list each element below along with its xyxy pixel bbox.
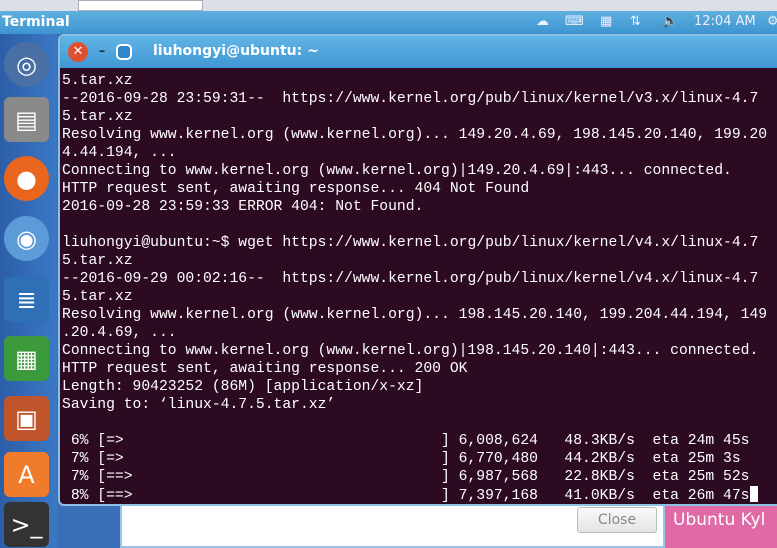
terminal-line: Resolving www.kernel.org (www.kernel.org…	[62, 307, 768, 323]
minimize-window-icon[interactable]: –	[92, 42, 112, 62]
terminal-line: --2016-09-28 23:59:31-- https://www.kern…	[62, 91, 759, 107]
terminal-line: HTTP request sent, awaiting response... …	[62, 361, 468, 377]
terminal-line: HTTP request sent, awaiting response... …	[62, 181, 530, 197]
impress-icon[interactable]: ▣	[4, 396, 49, 441]
volume-icon[interactable]: 🔈	[662, 14, 678, 29]
chromium-icon[interactable]: ◉	[4, 216, 49, 261]
software-center-icon[interactable]: A	[4, 452, 49, 497]
terminal-line: Length: 90423252 (86M) [application/x-xz…	[62, 379, 424, 395]
terminal-line: 8% [==> ] 7,397,168 41.0KB/s eta 26m 47s	[62, 486, 777, 504]
calc-icon[interactable]: ▦	[4, 336, 49, 381]
terminal-output[interactable]: 5.tar.xz --2016-09-28 23:59:31-- https://…	[60, 68, 777, 504]
terminal-line: 5.tar.xz	[62, 289, 133, 305]
launcher: ◎ ▤ ● ◉ ≣ ▦ ▣ A >_	[0, 34, 57, 548]
terminal-line: 2016-09-28 23:59:33 ERROR 404: Not Found…	[62, 199, 424, 215]
firefox-icon[interactable]: ●	[4, 156, 49, 201]
terminal-line: Resolving www.kernel.org (www.kernel.org…	[62, 127, 768, 143]
keyboard-icon[interactable]: ⌨	[565, 14, 584, 29]
terminal-titlebar[interactable]: ✕ – liuhongyi@ubuntu: ~	[60, 36, 777, 68]
background-dialog: Close	[120, 500, 665, 548]
host-tab-strip	[0, 0, 777, 11]
network-icon[interactable]: ⇅	[630, 14, 641, 29]
terminal-line: 5.tar.xz	[62, 109, 133, 125]
clock[interactable]: 12:04 AM	[694, 14, 756, 29]
active-app-title: Terminal	[2, 14, 70, 30]
terminal-line: Connecting to www.kernel.org (www.kernel…	[62, 343, 759, 359]
writer-icon[interactable]: ≣	[4, 277, 49, 322]
terminal-window: ✕ – liuhongyi@ubuntu: ~ 5.tar.xz --2016-0…	[58, 34, 777, 506]
terminal-line: 5.tar.xz	[62, 73, 133, 89]
top-panel: Terminal ☁ ⌨ ▦ ⇅ 🔈 12:04 AM ⚙	[0, 11, 777, 34]
cloud-sync-icon[interactable]: ☁	[536, 14, 549, 29]
terminal-line: 5.tar.xz	[62, 253, 133, 269]
terminal-line: 7% [==> ] 6,987,568 22.8KB/s eta 25m 52s	[62, 469, 750, 485]
calendar-icon[interactable]: ▦	[600, 14, 612, 29]
terminal-line: --2016-09-29 00:02:16-- https://www.kern…	[62, 271, 759, 287]
host-tab[interactable]	[78, 0, 203, 11]
close-window-icon[interactable]: ✕	[68, 42, 88, 62]
terminal-line: .20.4.69, ...	[62, 325, 177, 341]
maximize-window-icon[interactable]	[116, 44, 132, 60]
text-cursor	[749, 486, 758, 502]
terminal-line: Connecting to www.kernel.org (www.kernel…	[62, 163, 732, 179]
ubuntu-kylin-banner: Ubuntu Kyl	[665, 500, 777, 548]
terminal-icon[interactable]: >_	[4, 502, 49, 547]
terminal-line: 4.44.194, ...	[62, 145, 177, 161]
terminal-title: liuhongyi@ubuntu: ~	[153, 43, 319, 59]
gear-icon[interactable]: ⚙	[767, 14, 777, 29]
terminal-line: 6% [=> ] 6,008,624 48.3KB/s eta 24m 45s	[62, 433, 750, 449]
terminal-line: liuhongyi@ubuntu:~$ wget https://www.ker…	[62, 235, 759, 251]
files-icon[interactable]: ▤	[4, 97, 49, 142]
ubuntu-dash-icon[interactable]: ◎	[4, 42, 49, 87]
terminal-line: Saving to: ‘linux-4.7.5.tar.xz’	[62, 397, 336, 413]
terminal-line: 7% [=> ] 6,770,480 44.2KB/s eta 25m 3s	[62, 451, 750, 467]
close-button[interactable]: Close	[577, 507, 657, 533]
